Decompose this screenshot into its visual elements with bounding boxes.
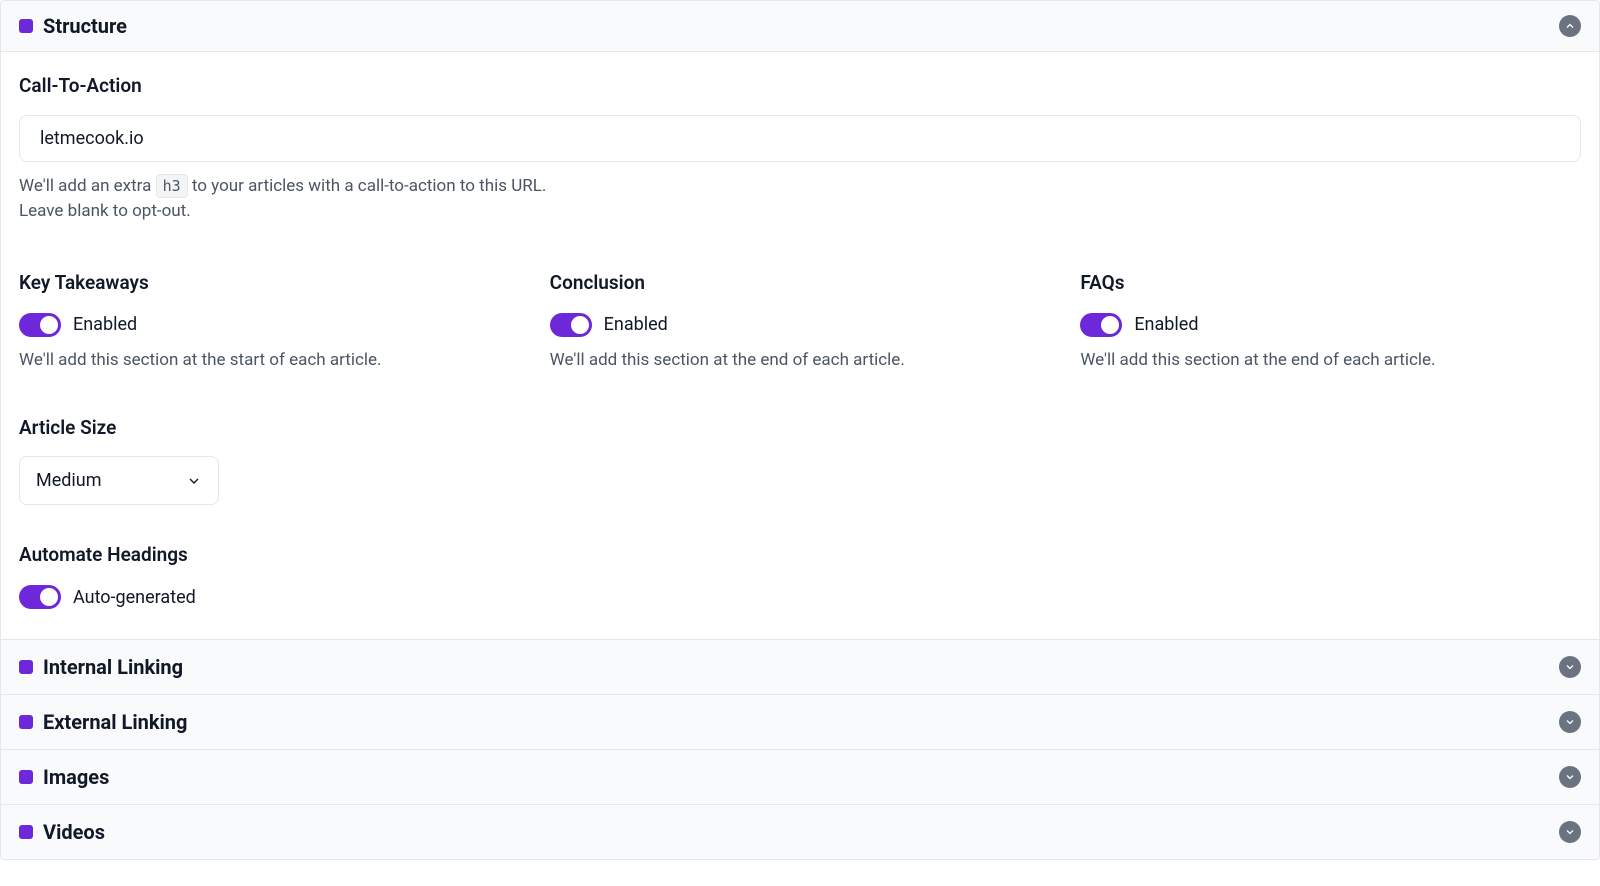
key-takeaways-block: Key Takeaways Enabled We'll add this sec… bbox=[19, 269, 520, 374]
cta-helper-prefix: We'll add an extra bbox=[19, 176, 156, 196]
cta-field: Call-To-Action We'll add an extra h3 to … bbox=[19, 72, 1581, 225]
chevron-down-icon[interactable] bbox=[1559, 821, 1581, 843]
cta-input[interactable] bbox=[19, 115, 1581, 162]
square-icon bbox=[19, 715, 33, 729]
faqs-toggle[interactable] bbox=[1080, 313, 1122, 337]
section-title: External Linking bbox=[43, 707, 187, 737]
chevron-down-icon[interactable] bbox=[1559, 711, 1581, 733]
faqs-status: Enabled bbox=[1134, 311, 1198, 338]
key-takeaways-status: Enabled bbox=[73, 311, 137, 338]
conclusion-block: Conclusion Enabled We'll add this sectio… bbox=[550, 269, 1051, 374]
code-chip-h3: h3 bbox=[156, 174, 188, 199]
square-icon bbox=[19, 770, 33, 784]
structure-body: Call-To-Action We'll add an extra h3 to … bbox=[1, 52, 1599, 639]
section-header-internal-linking[interactable]: Internal Linking bbox=[1, 639, 1599, 694]
automate-headings-label: Automate Headings bbox=[19, 541, 1581, 570]
section-title: Structure bbox=[43, 11, 127, 41]
section-header-videos[interactable]: Videos bbox=[1, 804, 1599, 859]
article-size-block: Article Size Medium bbox=[19, 414, 1581, 506]
article-size-value: Medium bbox=[36, 467, 102, 494]
cta-helper-line2: Leave blank to opt-out. bbox=[19, 201, 191, 221]
section-title: Internal Linking bbox=[43, 652, 183, 682]
key-takeaways-desc: We'll add this section at the start of e… bbox=[19, 348, 520, 374]
conclusion-desc: We'll add this section at the end of eac… bbox=[550, 348, 1051, 374]
automate-headings-status: Auto-generated bbox=[73, 584, 196, 611]
square-icon bbox=[19, 825, 33, 839]
automate-headings-block: Automate Headings Auto-generated bbox=[19, 541, 1581, 611]
article-size-label: Article Size bbox=[19, 414, 1581, 443]
section-header-images[interactable]: Images bbox=[1, 749, 1599, 804]
square-icon bbox=[19, 19, 33, 33]
square-icon bbox=[19, 660, 33, 674]
section-title: Images bbox=[43, 762, 109, 792]
section-header-structure[interactable]: Structure bbox=[1, 1, 1599, 52]
automate-headings-toggle[interactable] bbox=[19, 585, 61, 609]
conclusion-label: Conclusion bbox=[550, 269, 1051, 298]
chevron-down-icon[interactable] bbox=[1559, 766, 1581, 788]
chevron-down-icon bbox=[186, 473, 202, 489]
article-size-select[interactable]: Medium bbox=[19, 456, 219, 505]
conclusion-status: Enabled bbox=[604, 311, 668, 338]
faqs-block: FAQs Enabled We'll add this section at t… bbox=[1080, 269, 1581, 374]
cta-helper: We'll add an extra h3 to your articles w… bbox=[19, 174, 1581, 225]
section-header-external-linking[interactable]: External Linking bbox=[1, 694, 1599, 749]
conclusion-toggle[interactable] bbox=[550, 313, 592, 337]
cta-label: Call-To-Action bbox=[19, 72, 1581, 101]
section-title: Videos bbox=[43, 817, 105, 847]
chevron-down-icon[interactable] bbox=[1559, 656, 1581, 678]
chevron-up-icon[interactable] bbox=[1559, 15, 1581, 37]
key-takeaways-toggle[interactable] bbox=[19, 313, 61, 337]
faqs-desc: We'll add this section at the end of eac… bbox=[1080, 348, 1581, 374]
cta-helper-suffix: to your articles with a call-to-action t… bbox=[188, 176, 547, 196]
faqs-label: FAQs bbox=[1080, 269, 1581, 298]
key-takeaways-label: Key Takeaways bbox=[19, 269, 520, 298]
